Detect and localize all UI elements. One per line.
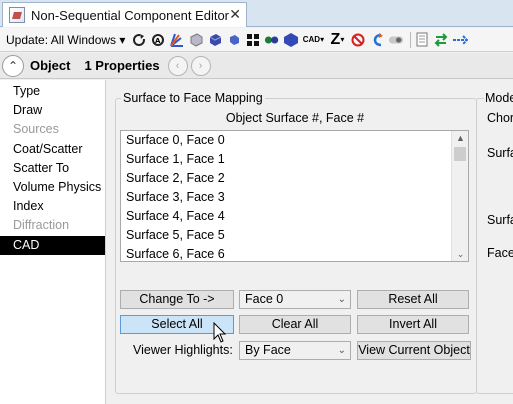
- surface-label: Surfa: [487, 213, 513, 227]
- arrows-blue-icon[interactable]: [452, 32, 469, 48]
- properties-nav: Type Draw Sources Coat/Scatter Scatter T…: [0, 80, 106, 404]
- arrows-green-icon[interactable]: [433, 32, 449, 48]
- face-label: Face: [487, 246, 513, 260]
- chevron-right-icon: ›: [198, 59, 203, 72]
- view-current-object-button[interactable]: View Current Object: [357, 341, 471, 360]
- viewer-highlights-label: Viewer Highlights:: [133, 343, 233, 357]
- properties-label: 1 Properties: [84, 58, 160, 73]
- chevron-up-icon: ⌃: [7, 58, 19, 73]
- chord-label: Chor: [487, 111, 513, 125]
- face-select[interactable]: Face 0 ⌄: [239, 290, 351, 309]
- cad-icon[interactable]: CAD ▾: [302, 32, 324, 48]
- list-scrollbar[interactable]: ▲ ⌄: [451, 131, 468, 261]
- document-icon[interactable]: [414, 32, 430, 48]
- chevron-left-icon: ‹: [175, 59, 180, 72]
- polygon-icon[interactable]: [283, 32, 299, 48]
- sidebar-item-scatter-to[interactable]: Scatter To: [0, 159, 105, 178]
- change-to-button[interactable]: Change To ->: [120, 290, 234, 309]
- toolbar-separator: [410, 31, 412, 48]
- object-label: Object: [30, 58, 71, 73]
- object-header-bar: ⌃ Object 1 Properties ‹ ›: [0, 53, 513, 79]
- ray-trace-icon[interactable]: [169, 32, 185, 48]
- sidebar-item-cad[interactable]: CAD: [0, 235, 105, 255]
- clear-all-button[interactable]: Clear All: [239, 315, 351, 334]
- object-properties-icon[interactable]: [188, 32, 204, 48]
- no-icon[interactable]: [350, 32, 366, 48]
- layout-icon[interactable]: [245, 32, 261, 48]
- z-label: Z: [330, 30, 341, 48]
- list-column-header: Object Surface #, Face #: [225, 111, 365, 125]
- sidebar-item-type[interactable]: Type: [0, 82, 105, 101]
- collapse-button[interactable]: ⌃: [2, 54, 24, 77]
- list-item[interactable]: Surface 5, Face 5: [121, 226, 468, 245]
- surface-label: Surfa: [487, 146, 513, 160]
- scrollbar-thumb[interactable]: [454, 147, 466, 161]
- solid-model-icon[interactable]: [226, 32, 242, 48]
- viewer-highlights-select[interactable]: By Face ⌄: [239, 341, 351, 360]
- z-icon[interactable]: Z ▾: [327, 30, 347, 48]
- list-item[interactable]: Surface 4, Face 4: [121, 207, 468, 226]
- list-item[interactable]: Surface 2, Face 2: [121, 169, 468, 188]
- sidebar-item-index[interactable]: Index: [0, 197, 105, 216]
- chevron-down-icon: ⌄: [337, 294, 346, 305]
- refresh-icon[interactable]: [131, 32, 147, 48]
- sidebar-item-diffraction: Diffraction: [13, 218, 70, 233]
- mouse-cursor-icon: [213, 322, 227, 343]
- model-group-title: Mode: [484, 91, 513, 105]
- previous-object-button[interactable]: ‹: [167, 55, 188, 76]
- tab-title: Non-Sequential Component Editor: [31, 7, 230, 23]
- close-icon[interactable]: ✕: [229, 6, 241, 23]
- toolbar: Update: All Windows ▾ A CAD ▾ Z ▾: [0, 28, 513, 52]
- arrow-icon[interactable]: [369, 32, 385, 48]
- sidebar-item-draw[interactable]: Draw: [0, 101, 105, 120]
- refresh-all-icon[interactable]: A: [150, 32, 166, 48]
- cad-properties-panel: Surface to Face Mapping Object Surface #…: [107, 80, 513, 404]
- svg-text:A: A: [155, 37, 161, 45]
- list-item[interactable]: Surface 0, Face 0: [121, 131, 468, 150]
- reset-all-button[interactable]: Reset All: [357, 290, 469, 309]
- chevron-down-icon: ⌄: [337, 345, 346, 356]
- sidebar-item-sources: Sources: [13, 122, 59, 137]
- next-object-button[interactable]: ›: [190, 55, 211, 76]
- viewer-highlights-value: By Face: [245, 343, 291, 357]
- zemax-editor-icon: [9, 7, 25, 23]
- scroll-down-icon[interactable]: ⌄: [452, 247, 468, 261]
- sidebar-item-coat-scatter[interactable]: Coat/Scatter: [0, 140, 105, 159]
- shaded-model-icon[interactable]: [207, 32, 223, 48]
- toggle-icon[interactable]: [388, 32, 404, 48]
- cad-label: CAD: [302, 35, 321, 44]
- group-title: Surface to Face Mapping: [121, 91, 265, 105]
- list-item[interactable]: Surface 1, Face 1: [121, 150, 468, 169]
- update-dropdown[interactable]: Update: All Windows ▾: [6, 33, 125, 47]
- scroll-up-icon[interactable]: ▲: [452, 131, 468, 145]
- update-label: Update: All Windows: [6, 32, 117, 47]
- editor-tab[interactable]: Non-Sequential Component Editor ✕: [2, 2, 247, 27]
- list-item[interactable]: Surface 3, Face 3: [121, 188, 468, 207]
- list-item[interactable]: Surface 6, Face 6: [121, 245, 468, 261]
- surface-face-list[interactable]: Surface 0, Face 0 Surface 1, Face 1 Surf…: [120, 130, 469, 262]
- invert-all-button[interactable]: Invert All: [357, 315, 469, 334]
- face-select-value: Face 0: [245, 292, 284, 306]
- title-bar: Non-Sequential Component Editor ✕: [0, 0, 513, 27]
- sidebar-item-volume-physics[interactable]: Volume Physics: [0, 178, 105, 197]
- color-icon[interactable]: [264, 32, 280, 48]
- chevron-down-icon: ▾: [119, 32, 126, 47]
